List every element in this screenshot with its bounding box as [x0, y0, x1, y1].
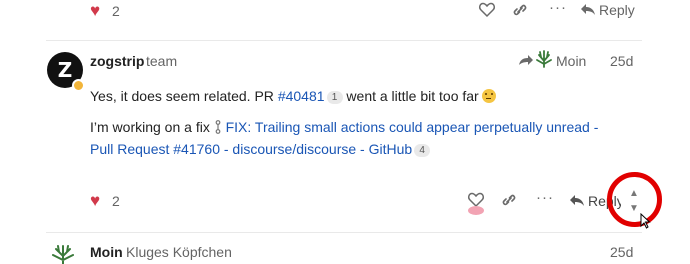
like-outline-icon[interactable] — [478, 2, 496, 18]
pr-click-count-badge: 1 — [326, 91, 343, 104]
pr-link[interactable]: #40481 — [278, 88, 325, 104]
post-username[interactable]: zogstrip — [90, 53, 144, 69]
post-body-line1: Yes, it does seem related. PR #40481 1 we… — [90, 85, 630, 107]
avatar[interactable] — [50, 244, 76, 264]
reply-to-avatar[interactable] — [535, 49, 553, 69]
mouse-cursor-icon — [640, 213, 651, 229]
scroll-down-icon[interactable]: ▼ — [629, 203, 639, 214]
post-body-line2: I’m working on a fix FIX: Trailing small… — [90, 116, 620, 160]
user-status-badge — [72, 79, 85, 92]
liked-heart-icon[interactable]: ♥ — [90, 2, 100, 19]
post-text: I’m working on a fix — [90, 119, 214, 135]
pull-request-icon — [215, 120, 221, 134]
more-actions-icon[interactable]: ··· — [549, 0, 567, 16]
post-user-title: team — [146, 53, 178, 69]
fix-click-count-badge: 4 — [414, 144, 431, 157]
reply-to-arrow-icon — [519, 55, 533, 65]
reply-button-label[interactable]: Reply — [599, 2, 635, 18]
like-count: 2 — [112, 193, 120, 209]
like-hover-indicator — [468, 206, 484, 215]
post-user-title: Kluges Köpfchen — [126, 244, 232, 260]
link-icon[interactable] — [512, 3, 528, 17]
post-text: Yes, it does seem related. PR — [90, 88, 278, 104]
more-actions-icon[interactable]: ··· — [536, 189, 554, 206]
scroll-up-icon[interactable]: ▲ — [629, 188, 639, 199]
reply-to-username[interactable]: Moin — [556, 53, 586, 69]
post-divider — [46, 40, 642, 41]
liked-heart-icon[interactable]: ♥ — [90, 192, 100, 209]
post-date[interactable]: 25d — [610, 53, 633, 69]
avatar-letter: Z — [57, 58, 73, 82]
thinking-face-emoji — [481, 89, 496, 103]
like-count: 2 — [112, 3, 120, 19]
post-divider — [46, 232, 642, 233]
reply-icon[interactable] — [569, 194, 585, 207]
post-username[interactable]: Moin — [90, 244, 123, 260]
reply-icon[interactable] — [580, 3, 596, 16]
post-text: went a little bit too far — [342, 88, 479, 104]
link-icon[interactable] — [501, 193, 517, 207]
post-date[interactable]: 25d — [610, 244, 633, 260]
